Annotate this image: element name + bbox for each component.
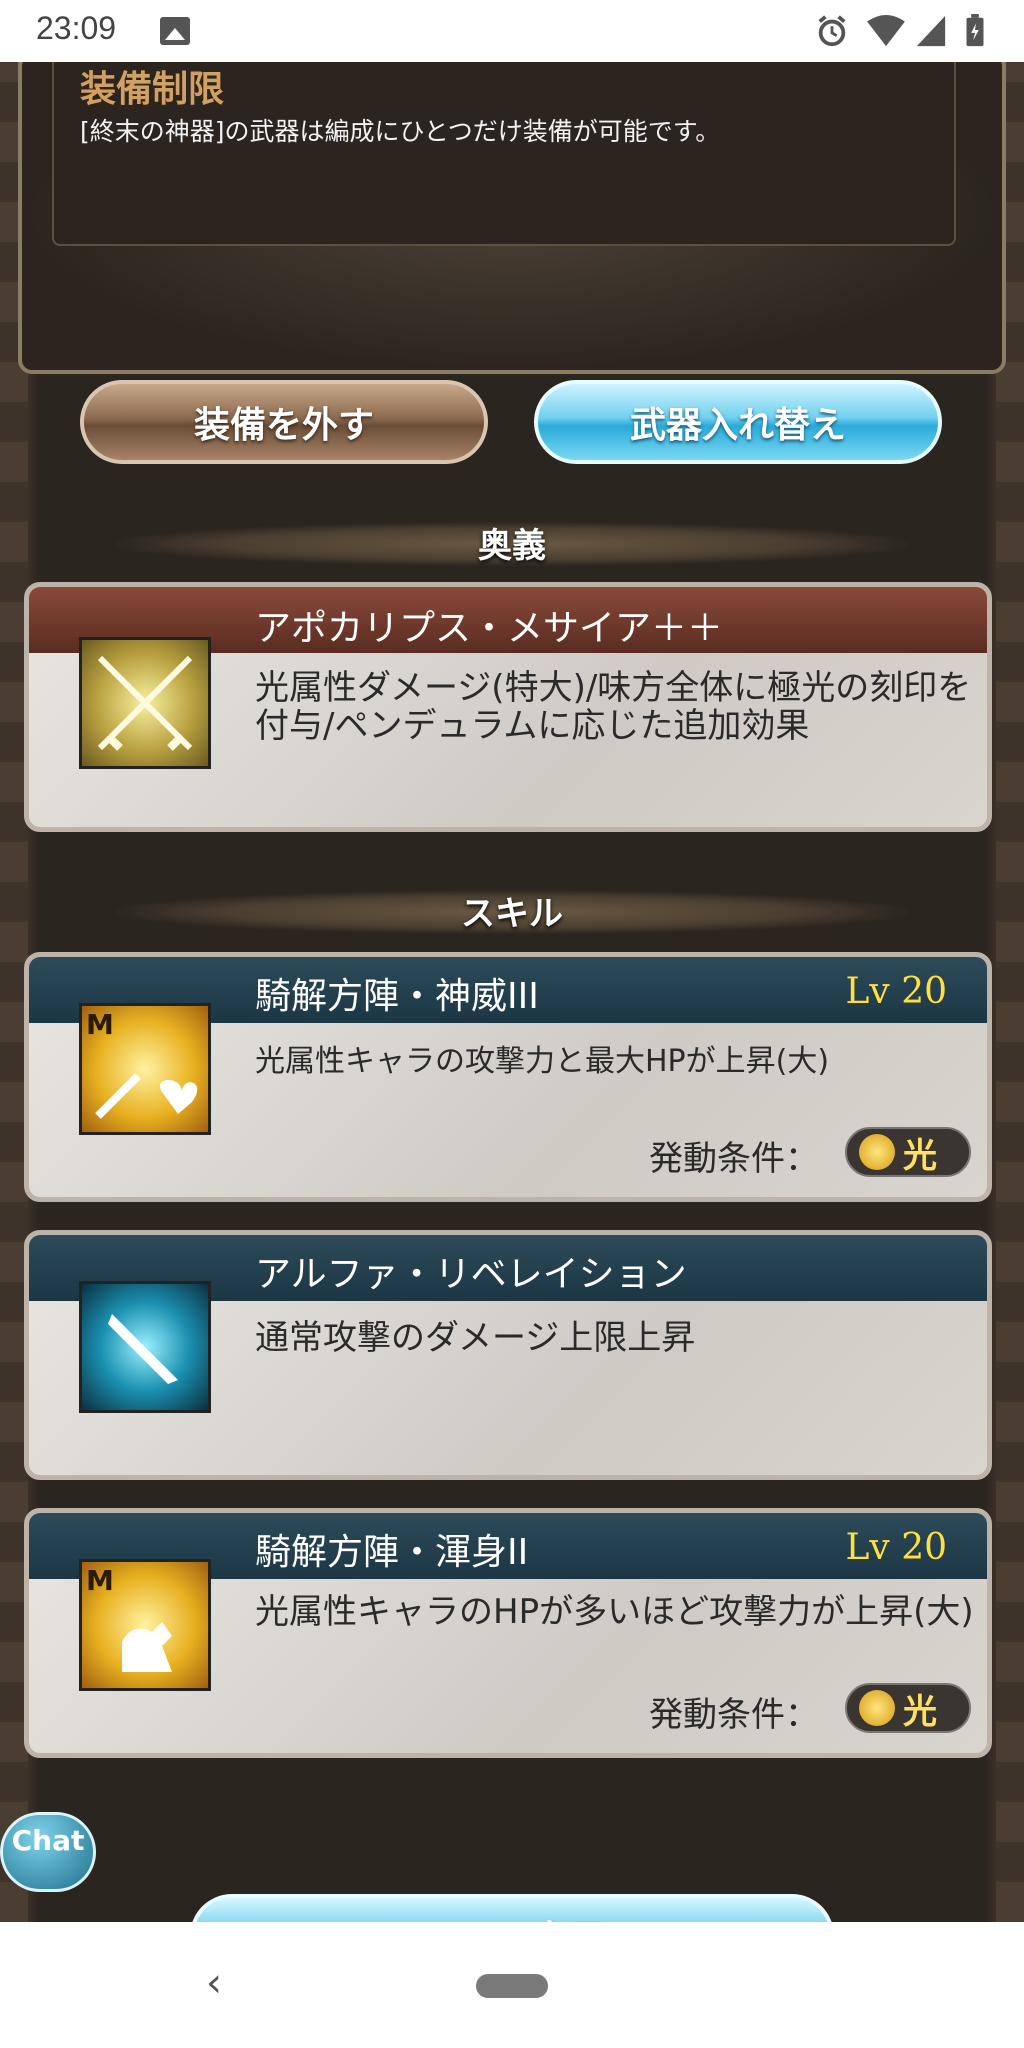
skill-2-icon bbox=[79, 1281, 211, 1413]
ougi-section-title: 奥義 bbox=[478, 526, 546, 566]
wifi-icon bbox=[867, 14, 905, 47]
back-button[interactable]: ‹ bbox=[206, 1960, 222, 2006]
skill-card-2[interactable]: アルファ・リベレイション 通常攻撃のダメージ上限上昇 bbox=[24, 1230, 992, 1480]
skill-2-description: 通常攻撃のダメージ上限上昇 bbox=[255, 1318, 696, 1358]
skill-2-name: アルファ・リベレイション bbox=[255, 1254, 687, 1295]
flex-arm-up-icon bbox=[122, 1622, 172, 1672]
skill-3-condition-value: 光 bbox=[903, 1691, 937, 1732]
unequip-button[interactable]: 装備を外す bbox=[80, 380, 488, 464]
battery-icon bbox=[966, 14, 984, 47]
skill-section-title: スキル bbox=[461, 894, 563, 934]
skill-3-name: 騎解方陣・渾身II bbox=[255, 1532, 529, 1573]
game-view: 装備制限 [終末の神器]の武器は編成にひとつだけ装備が可能です。 装備を外す 武… bbox=[0, 62, 1024, 1922]
skill-1-description: 光属性キャラの攻撃力と最大HPが上昇(大) bbox=[255, 1044, 830, 1079]
navigation-bar: ‹ bbox=[0, 1922, 1024, 2048]
light-element-icon bbox=[859, 1690, 895, 1726]
skill-1-condition-badge: 光 bbox=[845, 1127, 971, 1177]
blade-burst-icon bbox=[108, 1314, 178, 1384]
home-button[interactable] bbox=[476, 1974, 548, 1998]
equip-limit-title: 装備制限 bbox=[80, 68, 225, 110]
light-element-icon bbox=[859, 1134, 895, 1170]
skill-1-condition-label: 発動条件： bbox=[649, 1139, 819, 1179]
crossed-swords-icon bbox=[97, 655, 193, 751]
skill-1-icon: M bbox=[79, 1003, 211, 1135]
status-time: 23:09 bbox=[36, 10, 117, 46]
ougi-description: 光属性ダメージ(特大)/味方全体に極光の刻印を付与/ペンデュラムに応じた追加効果 bbox=[255, 668, 972, 746]
chat-button[interactable]: Chat bbox=[0, 1812, 96, 1892]
skill-3-level: Lv 20 bbox=[845, 1527, 948, 1568]
swap-weapon-button[interactable]: 武器入れ替え bbox=[534, 380, 942, 464]
sword-heart-up-icon bbox=[95, 1073, 198, 1119]
ougi-icon bbox=[79, 637, 211, 769]
skill-3-description: 光属性キャラのHPが多いほど攻撃力が上昇(大) bbox=[255, 1592, 974, 1632]
skill-3-condition-label: 発動条件： bbox=[649, 1695, 819, 1735]
gallery-notification-icon bbox=[160, 17, 190, 45]
skill-1-level: Lv 20 bbox=[845, 971, 948, 1012]
alarm-icon bbox=[818, 15, 846, 47]
status-bar: 23:09 bbox=[0, 0, 1024, 62]
skill-card-3[interactable]: 騎解方陣・渾身II Lv 20 M 光属性キャラのHPが多いほど攻撃力が上昇(大… bbox=[24, 1508, 992, 1758]
skill-3-icon: M bbox=[79, 1559, 211, 1691]
skill-change-button[interactable]: スキル変更 bbox=[190, 1894, 834, 1922]
skill-card-1[interactable]: 騎解方陣・神威III Lv 20 M 光属性キャラの攻撃力と最大HPが上昇(大)… bbox=[24, 952, 992, 1202]
ougi-card: アポカリプス・メサイア＋＋ 光属性ダメージ(特大)/味方全体に極光の刻印を付与/… bbox=[24, 582, 992, 832]
skill-1-name: 騎解方陣・神威III bbox=[255, 976, 539, 1017]
skill-3-condition-badge: 光 bbox=[845, 1683, 971, 1733]
equip-limit-text: [終末の神器]の武器は編成にひとつだけ装備が可能です。 bbox=[80, 117, 721, 146]
cellular-signal-icon bbox=[916, 15, 946, 47]
ougi-name: アポカリプス・メサイア＋＋ bbox=[255, 608, 724, 649]
skill-1-condition-value: 光 bbox=[903, 1135, 937, 1176]
